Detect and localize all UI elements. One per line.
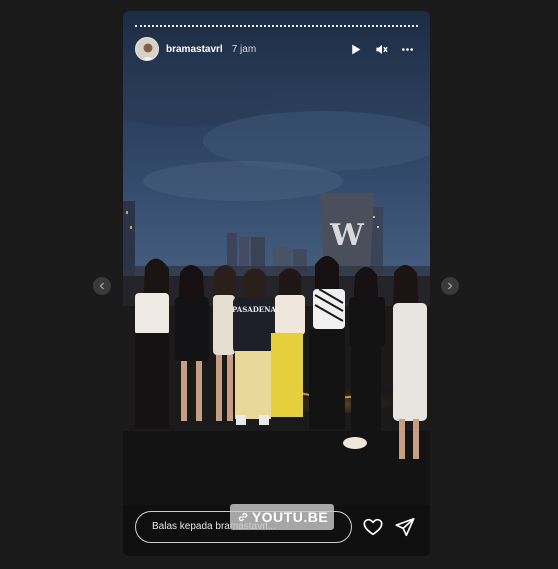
speaker-muted-icon	[375, 44, 388, 54]
next-story-button[interactable]	[441, 277, 459, 295]
svg-text:W: W	[329, 218, 365, 253]
story-card[interactable]: W PASADENA bramastavrl 7 jam Balas kepad…	[123, 11, 430, 556]
youtube-watermark: YOUTU.BE	[230, 504, 334, 530]
chevron-right-icon	[448, 282, 453, 290]
story-photo: W PASADENA	[123, 11, 430, 505]
watermark-text: YOUTU.BE	[251, 509, 329, 525]
mute-button[interactable]	[370, 38, 392, 60]
story-controls	[340, 38, 418, 60]
play-icon	[351, 44, 360, 54]
send-icon[interactable]	[394, 516, 416, 538]
more-horizontal-icon	[401, 47, 413, 51]
story-timestamp: 7 jam	[231, 43, 257, 55]
chevron-left-icon	[99, 282, 104, 290]
play-button[interactable]	[344, 38, 366, 60]
sweatshirt-text: PASADENA	[232, 305, 276, 314]
user-avatar[interactable]	[135, 37, 159, 61]
more-options-button[interactable]	[396, 38, 418, 60]
story-header: bramastavrl 7 jam	[135, 36, 418, 62]
username-link[interactable]: bramastavrl	[166, 44, 223, 55]
link-icon	[238, 512, 248, 522]
story-progress-bar	[135, 25, 418, 27]
story-viewer: W PASADENA bramastavrl 7 jam Balas kepad…	[0, 0, 558, 569]
heart-icon[interactable]	[362, 516, 384, 538]
previous-story-button[interactable]	[93, 277, 111, 295]
avatar-icon	[136, 38, 158, 60]
